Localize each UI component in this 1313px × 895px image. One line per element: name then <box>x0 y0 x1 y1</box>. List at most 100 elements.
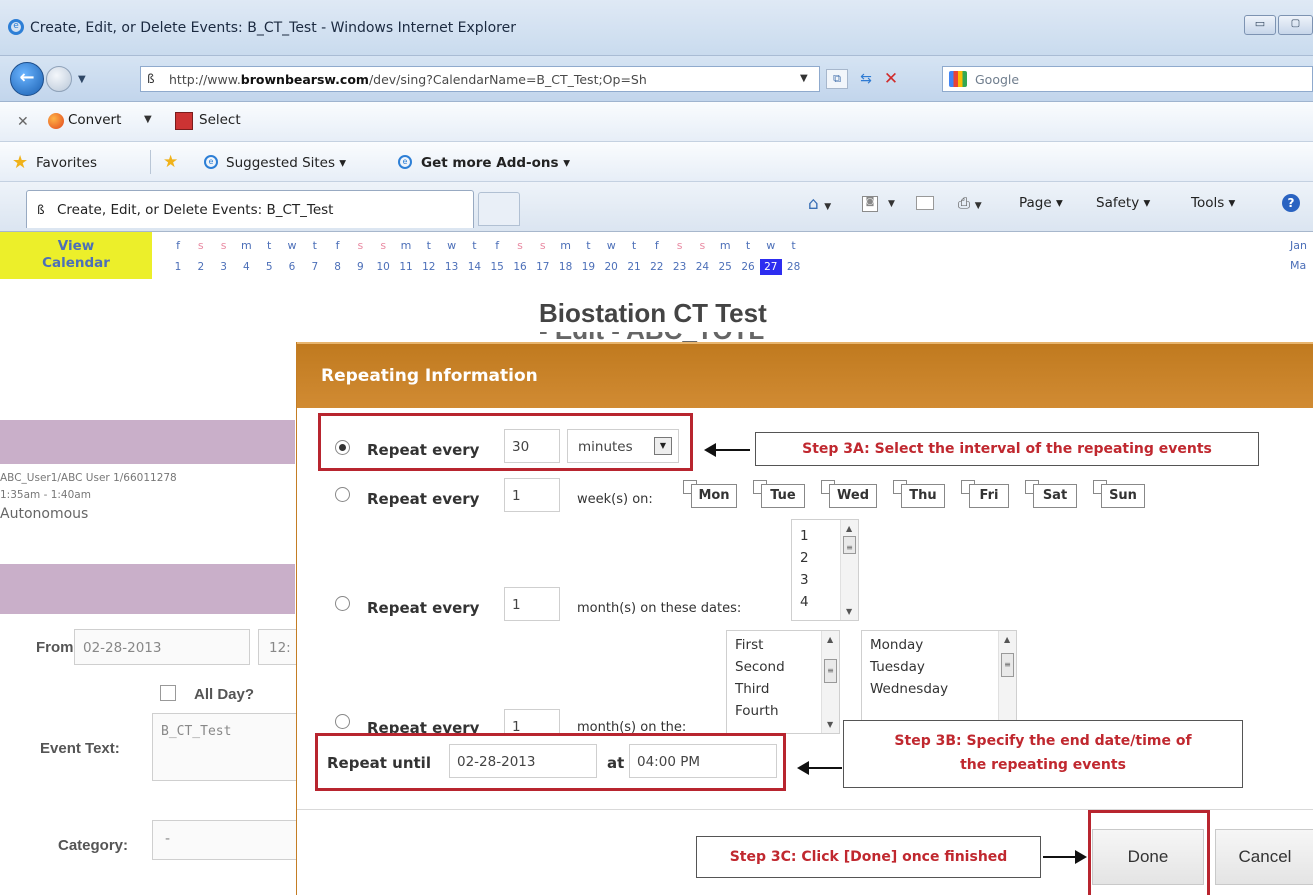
tools-menu[interactable]: Tools ▾ <box>1191 195 1235 211</box>
weekday-listbox[interactable]: Wednesday Tuesday Monday ▲≡▼ <box>861 630 1017 734</box>
month-link[interactable]: Jan <box>1290 239 1307 252</box>
from-date-input[interactable]: 02-28-2013 <box>74 629 250 665</box>
favorites-star-icon[interactable]: ★ <box>12 152 28 173</box>
list-option[interactable]: First <box>735 637 763 653</box>
list-option[interactable]: Fourth <box>735 703 779 719</box>
repeat-every-label: Repeat every <box>367 599 480 617</box>
forward-button[interactable] <box>46 66 72 92</box>
event-user[interactable]: ABC_User1/ABC User 1/66011278 <box>0 472 177 484</box>
list-option[interactable]: 2 <box>800 550 809 566</box>
weekday-button[interactable]: Sun <box>1101 484 1145 508</box>
day-link[interactable]: 4 <box>235 259 257 275</box>
search-box[interactable]: Google <box>942 66 1313 92</box>
list-option[interactable]: Wednesday <box>870 681 948 697</box>
chevron-down-icon[interactable]: ▼ <box>888 199 895 209</box>
maximize-button[interactable]: ▢ <box>1278 15 1313 35</box>
repeat-monthly-day-radio[interactable] <box>335 714 350 729</box>
day-link[interactable]: 23 <box>669 259 691 275</box>
day-link[interactable]: 21 <box>623 259 645 275</box>
address-url[interactable]: http://www.brownbearsw.com/dev/sing?Cale… <box>169 72 647 87</box>
list-option[interactable]: 4 <box>800 594 809 610</box>
suggested-sites-button[interactable]: Suggested Sites ▾ <box>226 155 346 171</box>
day-link[interactable]: 24 <box>691 259 713 275</box>
select-button[interactable]: Select <box>175 112 265 132</box>
weekday-button[interactable]: Fri <box>969 484 1009 508</box>
day-letter: t <box>631 239 637 252</box>
day-link[interactable]: 7 <box>304 259 326 275</box>
day-link[interactable]: 6 <box>281 259 303 275</box>
weekday-button[interactable]: Mon <box>691 484 737 508</box>
weekday-button[interactable]: Wed <box>829 484 877 508</box>
all-day-checkbox[interactable] <box>160 685 176 701</box>
help-icon[interactable]: ? <box>1282 194 1300 212</box>
weekday-button[interactable]: Thu <box>901 484 945 508</box>
day-link[interactable]: 26 <box>737 259 759 275</box>
day-link[interactable]: 22 <box>646 259 668 275</box>
page-menu[interactable]: Page ▾ <box>1019 195 1063 211</box>
compatibility-view-icon[interactable]: ⧉ <box>826 69 848 89</box>
repeat-months-input[interactable]: 1 <box>504 587 560 621</box>
day-link[interactable]: 1 <box>167 259 189 275</box>
day-link[interactable]: 10 <box>372 259 394 275</box>
safety-menu[interactable]: Safety ▾ <box>1096 195 1150 211</box>
minimize-button[interactable]: ▭ <box>1244 15 1276 35</box>
day-link[interactable]: 20 <box>600 259 622 275</box>
day-link[interactable]: 19 <box>577 259 599 275</box>
day-link[interactable]: 8 <box>327 259 349 275</box>
day-link[interactable]: 9 <box>349 259 371 275</box>
day-link[interactable]: 17 <box>532 259 554 275</box>
search-placeholder: Google <box>975 72 1020 87</box>
day-link[interactable]: 3 <box>213 259 235 275</box>
list-option[interactable]: Second <box>735 659 785 675</box>
category-select[interactable]: - <box>152 820 297 860</box>
list-option[interactable]: 1 <box>800 528 809 544</box>
day-link[interactable]: 15 <box>486 259 508 275</box>
day-link[interactable]: 13 <box>441 259 463 275</box>
day-link-selected[interactable]: 27 <box>759 259 782 275</box>
event-text-input[interactable]: B_CT_Test <box>152 713 297 781</box>
repeat-weekly-radio[interactable] <box>335 487 350 502</box>
feeds-icon[interactable]: ◙ <box>862 196 878 212</box>
day-link[interactable]: 12 <box>418 259 440 275</box>
day-link[interactable]: 5 <box>258 259 280 275</box>
day-link[interactable]: 28 <box>783 259 805 275</box>
history-dropdown-icon[interactable]: ▼ <box>78 74 86 85</box>
day-link[interactable]: 14 <box>463 259 485 275</box>
dates-scrollbar[interactable]: ▲ ≡ ▼ <box>840 520 858 620</box>
new-tab-button[interactable] <box>478 192 520 226</box>
stop-icon[interactable]: ✕ <box>880 68 902 90</box>
home-icon[interactable]: ⌂ ▼ <box>808 194 831 214</box>
back-button[interactable]: ← <box>10 62 44 96</box>
ordinal-listbox[interactable]: Fourth Third Second First ▲ ≡ ▼ <box>726 630 840 734</box>
repeat-monthly-dates-radio[interactable] <box>335 596 350 611</box>
list-option[interactable]: 3 <box>800 572 809 588</box>
day-link[interactable]: 16 <box>509 259 531 275</box>
get-addons-button[interactable]: Get more Add-ons ▾ <box>421 155 570 171</box>
repeat-weeks-input[interactable]: 1 <box>504 478 560 512</box>
list-option[interactable]: Monday <box>870 637 923 653</box>
day-link[interactable]: 18 <box>555 259 577 275</box>
day-link[interactable]: 25 <box>714 259 736 275</box>
list-option[interactable]: Third <box>735 681 769 697</box>
address-dropdown-icon[interactable]: ▼ <box>800 73 808 84</box>
close-toolbar-icon[interactable]: ✕ <box>17 114 29 130</box>
cancel-button[interactable]: Cancel <box>1215 829 1313 885</box>
favorites-button[interactable]: Favorites <box>36 155 97 171</box>
mail-icon[interactable] <box>916 196 934 210</box>
convert-button[interactable]: Convert ▼ <box>48 112 168 132</box>
tab-active[interactable]: ß Create, Edit, or Delete Events: B_CT_T… <box>26 190 474 228</box>
weekday-button[interactable]: Sat <box>1033 484 1077 508</box>
add-favorite-icon[interactable]: ★ <box>163 152 178 172</box>
refresh-icon[interactable]: ⇆ <box>854 69 878 89</box>
list-option[interactable]: Tuesday <box>870 659 925 675</box>
weekday-scrollbar[interactable]: ▲≡▼ <box>998 631 1016 733</box>
address-bar[interactable]: ß http://www.brownbearsw.com/dev/sing?Ca… <box>140 66 820 92</box>
ordinal-scrollbar[interactable]: ▲ ≡ ▼ <box>821 631 839 733</box>
from-time-input[interactable]: 12: <box>258 629 298 665</box>
month-link[interactable]: Ma <box>1290 259 1306 272</box>
print-icon[interactable]: ⎙ ▼ <box>958 194 982 212</box>
month-dates-listbox[interactable]: 4 3 2 1 ▲ ≡ ▼ <box>791 519 859 621</box>
day-link[interactable]: 11 <box>395 259 417 275</box>
weekday-button[interactable]: Tue <box>761 484 805 508</box>
day-link[interactable]: 2 <box>190 259 212 275</box>
